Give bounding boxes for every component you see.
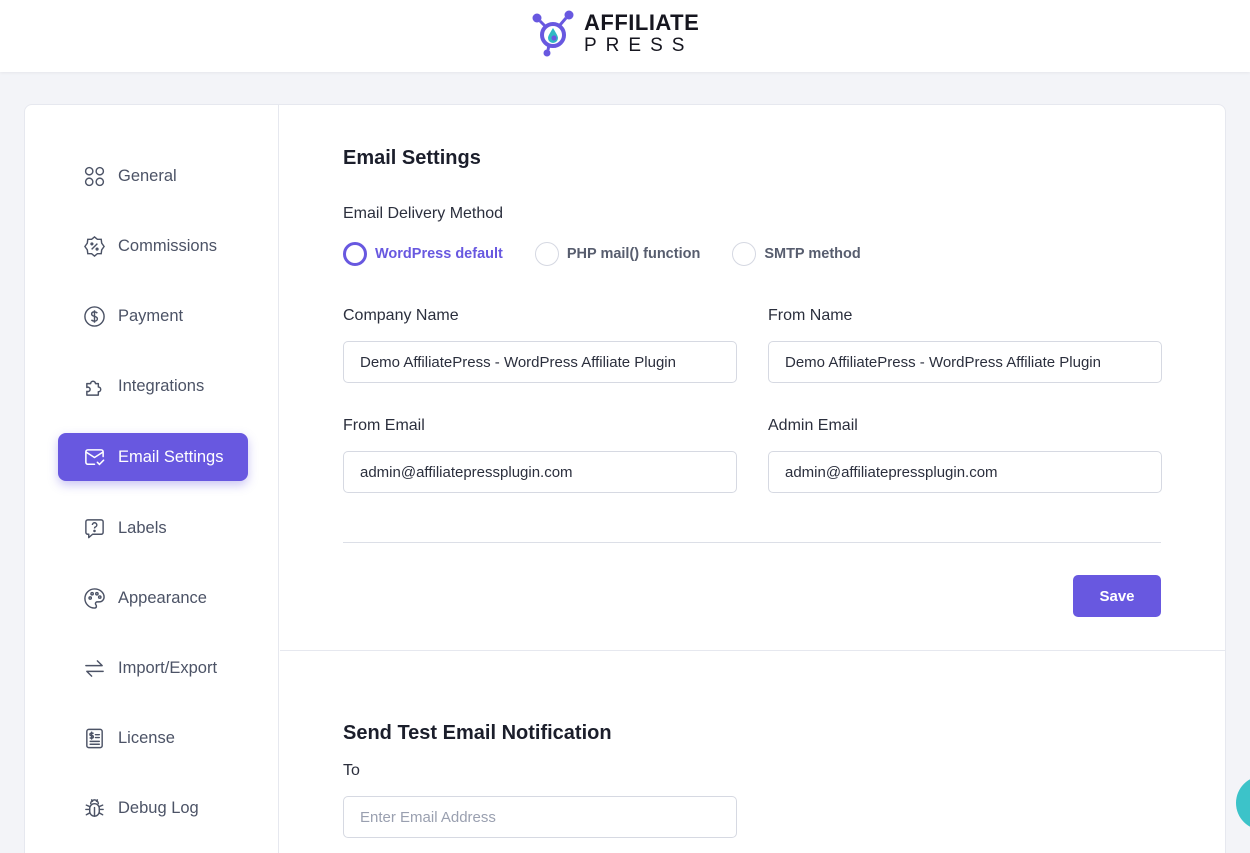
settings-main-panel: Email Settings Email Delivery Method Wor…	[280, 105, 1225, 853]
radio-label: SMTP method	[764, 246, 861, 262]
logo-text-line2: PRESS	[584, 34, 694, 56]
sidebar-item-integrations[interactable]: Integrations	[58, 362, 248, 410]
sidebar-item-license[interactable]: License	[58, 714, 248, 762]
chat-widget-button[interactable]	[1236, 776, 1250, 830]
sidebar-item-general[interactable]: General	[58, 152, 248, 200]
page-title: Email Settings	[343, 147, 481, 169]
from-email-input[interactable]	[343, 451, 737, 493]
form-divider	[343, 542, 1161, 543]
sidebar-item-email-settings[interactable]: Email Settings	[58, 433, 248, 481]
admin-email-input[interactable]	[768, 451, 1162, 493]
logo-mark-icon	[532, 10, 574, 57]
from-name-label: From Name	[768, 307, 853, 324]
delivery-method-radio-group: WordPress default PHP mail() function SM…	[343, 241, 893, 267]
radio-label: WordPress default	[375, 246, 503, 262]
grid-icon	[82, 164, 106, 188]
settings-sidebar: General Commissions Payment Integrations…	[25, 105, 279, 853]
section-separator	[280, 650, 1225, 651]
puzzle-icon	[82, 374, 106, 398]
sidebar-item-label: Integrations	[118, 376, 205, 395]
admin-email-label: Admin Email	[768, 417, 858, 434]
sidebar-item-label: Labels	[118, 518, 167, 537]
radio-wordpress-default[interactable]: WordPress default	[343, 242, 503, 266]
test-email-title: Send Test Email Notification	[343, 722, 612, 744]
save-button[interactable]: Save	[1073, 575, 1161, 617]
company-name-input[interactable]	[343, 341, 737, 383]
logo-text-line1: AFFILIATE	[584, 9, 700, 35]
radio-circle[interactable]	[343, 242, 367, 266]
radio-circle[interactable]	[534, 242, 559, 266]
sidebar-item-label: General	[118, 166, 177, 185]
sidebar-item-labels[interactable]: Labels	[58, 504, 248, 552]
affiliatepress-logo[interactable]: AFFILIATE PRESS	[530, 8, 710, 58]
palette-icon	[82, 586, 106, 610]
sidebar-item-label: Payment	[118, 306, 184, 325]
delivery-method-label: Email Delivery Method	[343, 205, 504, 222]
from-name-input[interactable]	[768, 341, 1162, 383]
company-name-label: Company Name	[343, 307, 459, 324]
radio-smtp[interactable]: SMTP method	[732, 242, 861, 266]
sidebar-item-label: Import/Export	[118, 658, 218, 677]
question-bubble-icon	[82, 516, 106, 540]
radio-label: PHP mail() function	[566, 246, 701, 262]
sidebar-item-label: Debug Log	[118, 798, 199, 817]
sidebar-item-commissions[interactable]: Commissions	[58, 222, 248, 270]
radio-php-mail[interactable]: PHP mail() function	[534, 242, 701, 266]
sidebar-item-appearance[interactable]: Appearance	[58, 574, 248, 622]
sidebar-item-import-export[interactable]: Import/Export	[58, 644, 248, 692]
from-email-label: From Email	[343, 417, 425, 434]
bug-icon	[82, 796, 106, 820]
to-label: To	[343, 762, 360, 779]
receipt-icon	[82, 726, 106, 750]
percent-badge-icon	[82, 234, 106, 258]
sidebar-item-label: Appearance	[118, 588, 207, 607]
sidebar-item-payment[interactable]: Payment	[58, 292, 248, 340]
dollar-circle-icon	[82, 304, 106, 328]
sidebar-item-label: Commissions	[118, 236, 218, 255]
radio-circle[interactable]	[732, 242, 757, 266]
mail-check-icon	[82, 445, 106, 469]
arrows-swap-icon	[82, 656, 106, 680]
sidebar-item-debug-log[interactable]: Debug Log	[58, 784, 248, 832]
top-bar: AFFILIATE PRESS	[0, 0, 1250, 72]
test-email-input[interactable]	[343, 796, 737, 838]
sidebar-item-label: License	[118, 728, 175, 747]
settings-card: General Commissions Payment Integrations…	[24, 104, 1226, 853]
sidebar-item-label: Email Settings	[118, 447, 224, 466]
